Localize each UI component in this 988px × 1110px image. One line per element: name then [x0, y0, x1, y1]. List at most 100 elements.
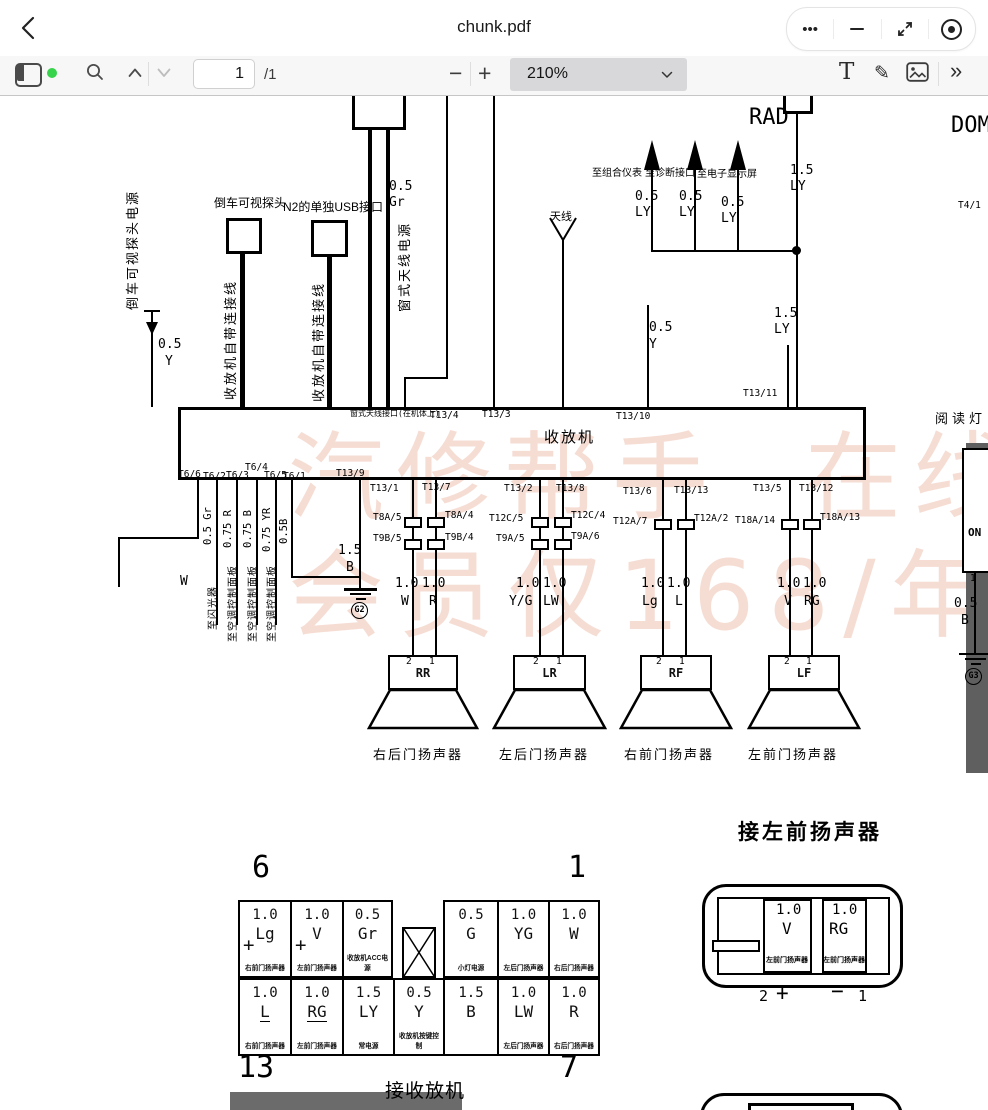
diagram-label: 0.75 B — [243, 510, 254, 548]
wire-line — [737, 168, 739, 252]
diagram-label: LY — [679, 206, 695, 219]
minimize-button[interactable] — [834, 8, 880, 50]
zoom-in-button[interactable]: + — [478, 62, 491, 85]
diagram-label: DOMI — [951, 115, 988, 137]
diagram-label: 1 — [568, 853, 586, 883]
wire-line — [965, 658, 986, 660]
diagram-label: − — [831, 981, 844, 1002]
wire-line — [118, 537, 199, 539]
diagram-label: B — [961, 614, 969, 627]
speaker-box-rf: RF — [640, 655, 712, 690]
speaker-cone-icon — [619, 688, 733, 730]
page-input[interactable] — [193, 59, 255, 89]
pencil-tool-icon[interactable]: ✎ — [874, 62, 890, 85]
diagram-label: 至空调控制面板 — [249, 565, 259, 642]
watermark-line2: 会员仅168/年 — [288, 548, 988, 644]
diagram-label: T8A/4 — [445, 511, 474, 521]
diagram-label: 13 — [238, 1053, 274, 1083]
diagram-label: T13/10 — [616, 412, 650, 422]
pdf-page[interactable]: 汽修帮手 在线 会员仅168/年 — [0, 95, 988, 1110]
diagram-label: 7 — [560, 1053, 578, 1083]
cutoff-connector-inner — [748, 1103, 854, 1110]
diagram-label: Gr — [389, 196, 405, 209]
resize-button[interactable] — [882, 8, 928, 50]
wire-line — [404, 377, 406, 407]
text-tool-icon[interactable]: T — [839, 59, 854, 85]
wire-line — [789, 480, 791, 655]
more-tools-icon[interactable]: » — [950, 60, 962, 82]
diagram-label: 至空调控制面板 — [268, 565, 278, 642]
arrow-up-icon — [730, 140, 746, 170]
page-total: /1 — [264, 66, 277, 83]
diagram-label: Y — [165, 355, 173, 368]
pdf-toolbar: /1 − + 210% T ✎ » — [0, 56, 988, 96]
wire-line — [662, 480, 664, 655]
inline-connector — [781, 519, 799, 530]
record-icon — [941, 19, 962, 40]
speaker-name: 左前门扬声器 — [748, 748, 838, 761]
wire-line — [685, 480, 687, 655]
inline-connector — [654, 519, 672, 530]
speaker-pin-number: 1 — [806, 657, 812, 667]
diagram-label: RAD — [749, 107, 789, 129]
next-page-icon[interactable] — [156, 66, 172, 79]
pin-cell: 0.5G小灯电源 — [443, 900, 497, 978]
wire-line — [493, 95, 495, 407]
empty-pin-cell — [402, 927, 436, 978]
diagram-label: Y/G — [509, 595, 532, 608]
previous-page-icon[interactable] — [127, 66, 143, 79]
window-controls: ••• — [786, 7, 976, 51]
diagram-label: 1 — [970, 574, 976, 584]
wire-line — [327, 257, 332, 407]
wire-line — [359, 578, 361, 588]
sidebar-toggle-icon[interactable] — [15, 63, 42, 87]
wire-line — [404, 377, 448, 379]
wire-line — [291, 480, 293, 578]
search-icon[interactable] — [85, 62, 105, 84]
speaker-pin-number: 2 — [656, 657, 662, 667]
speaker-pin-number: 1 — [556, 657, 562, 667]
more-options-button[interactable]: ••• — [787, 8, 833, 50]
wire-line — [787, 345, 789, 407]
top-component-box — [352, 95, 406, 130]
diagram-label: V — [782, 921, 792, 937]
diagram-label: 至组合仪表 — [592, 169, 642, 179]
diagram-label: 窗式天线接口(在机体上) — [350, 410, 440, 418]
speaker-cone-icon — [492, 688, 607, 730]
diagram-label: LY — [635, 206, 651, 219]
diagram-label: 0.75 R — [223, 510, 234, 548]
zoom-select[interactable]: 210% — [510, 58, 687, 91]
diagram-label: T13/1 — [370, 484, 399, 494]
diagram-label: T13/8 — [556, 484, 585, 494]
wire-line — [368, 130, 372, 407]
diagram-label: T9B/4 — [445, 533, 474, 543]
pin-cell: 0.5Gr收放机ACC电源 — [342, 900, 393, 978]
diagram-label: RG — [829, 921, 848, 937]
wire-line — [652, 250, 798, 252]
diagram-label: 1.0 — [803, 577, 826, 590]
diagram-label: T12A/7 — [613, 517, 647, 527]
diagram-label: 0.5B — [279, 519, 290, 544]
pin-cell: 1.0RG左前门扬声器 — [290, 978, 342, 1056]
diagram-label: 2 — [759, 989, 768, 1004]
diagram-label: B — [346, 561, 354, 574]
wire-line — [386, 130, 390, 407]
diagram-label: 0.5 — [635, 190, 658, 203]
diagram-label: T9B/5 — [373, 534, 402, 544]
image-tool-icon[interactable] — [906, 62, 929, 82]
titlebar: chunk.pdf ••• — [0, 0, 988, 56]
diagram-label: 1.0 — [395, 577, 418, 590]
diagram-label: T13/3 — [482, 410, 511, 420]
diagram-label: Y — [649, 338, 657, 351]
zoom-out-button[interactable]: − — [449, 62, 462, 85]
diagram-label: 倒车可视探头电源 — [126, 190, 139, 310]
pin-cell: 1.5B — [443, 978, 497, 1056]
record-button[interactable] — [929, 8, 975, 50]
diagram-label: T13/2 — [504, 484, 533, 494]
wire-line — [562, 480, 564, 655]
wire-line — [446, 95, 448, 378]
diagram-label: T13/11 — [743, 389, 777, 399]
diagram-label: 1.5 — [338, 544, 361, 557]
zoom-level: 210% — [527, 65, 568, 83]
wire-line — [291, 576, 361, 578]
